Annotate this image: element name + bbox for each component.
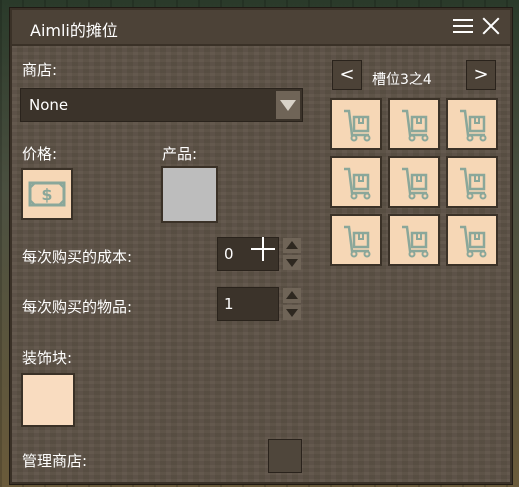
stall-slot[interactable] (330, 156, 382, 208)
hand-truck-icon (402, 225, 429, 258)
hand-truck-icon (344, 109, 371, 142)
cost-per-purchase-value: 0 (224, 245, 234, 263)
manage-shop-button[interactable] (268, 439, 302, 473)
window-title: Aimli的摊位 (30, 21, 118, 40)
prev-page-button[interactable]: < (332, 60, 362, 90)
shop-label: 商店: (22, 61, 58, 79)
cost-increment-button[interactable] (283, 238, 301, 253)
hand-truck-icon (460, 225, 487, 258)
stall-slot[interactable] (446, 98, 498, 150)
next-page-button[interactable]: > (466, 60, 496, 90)
svg-text:$: $ (41, 185, 52, 204)
product-slot[interactable] (161, 166, 218, 223)
menu-icon[interactable] (452, 16, 474, 36)
cost-per-purchase-label: 每次购买的成本: (22, 248, 133, 266)
items-per-purchase-label: 每次购买的物品: (22, 298, 133, 316)
items-decrement-button[interactable] (283, 305, 301, 320)
close-icon[interactable] (480, 14, 502, 38)
price-slot[interactable]: $ (21, 168, 73, 220)
hand-truck-icon (402, 167, 429, 200)
title-bar: Aimli的摊位 (12, 10, 510, 46)
stall-slot[interactable] (330, 98, 382, 150)
stall-slot[interactable] (330, 214, 382, 266)
slot-page-indicator: 槽位3之4 (372, 72, 432, 88)
price-label: 价格: (22, 145, 58, 163)
cost-per-purchase-input[interactable]: 0 (217, 237, 279, 271)
shop-dropdown[interactable]: None (20, 88, 303, 122)
items-per-purchase-value: 1 (224, 295, 234, 313)
manage-shop-label: 管理商店: (22, 452, 88, 470)
money-icon: $ (28, 181, 66, 207)
items-increment-button[interactable] (283, 288, 301, 303)
product-label: 产品: (162, 145, 198, 163)
items-per-purchase-input[interactable]: 1 (217, 287, 279, 321)
stall-slot[interactable] (446, 156, 498, 208)
decoration-slot[interactable] (21, 373, 75, 427)
stall-slot[interactable] (388, 98, 440, 150)
hand-truck-icon (460, 167, 487, 200)
stall-slot[interactable] (446, 214, 498, 266)
stall-window: Aimli的摊位 商店: None 价格: $ 产品: 每次购买的成本: 0 每… (10, 8, 512, 484)
cost-decrement-button[interactable] (283, 255, 301, 270)
hand-truck-icon (402, 109, 429, 142)
hand-truck-icon (460, 109, 487, 142)
stall-slot[interactable] (388, 156, 440, 208)
hand-truck-icon (344, 225, 371, 258)
hand-truck-icon (344, 167, 371, 200)
decoration-label: 装饰块: (22, 349, 73, 367)
chevron-down-icon[interactable] (276, 91, 300, 119)
stall-slot[interactable] (388, 214, 440, 266)
shop-dropdown-value: None (29, 96, 69, 114)
